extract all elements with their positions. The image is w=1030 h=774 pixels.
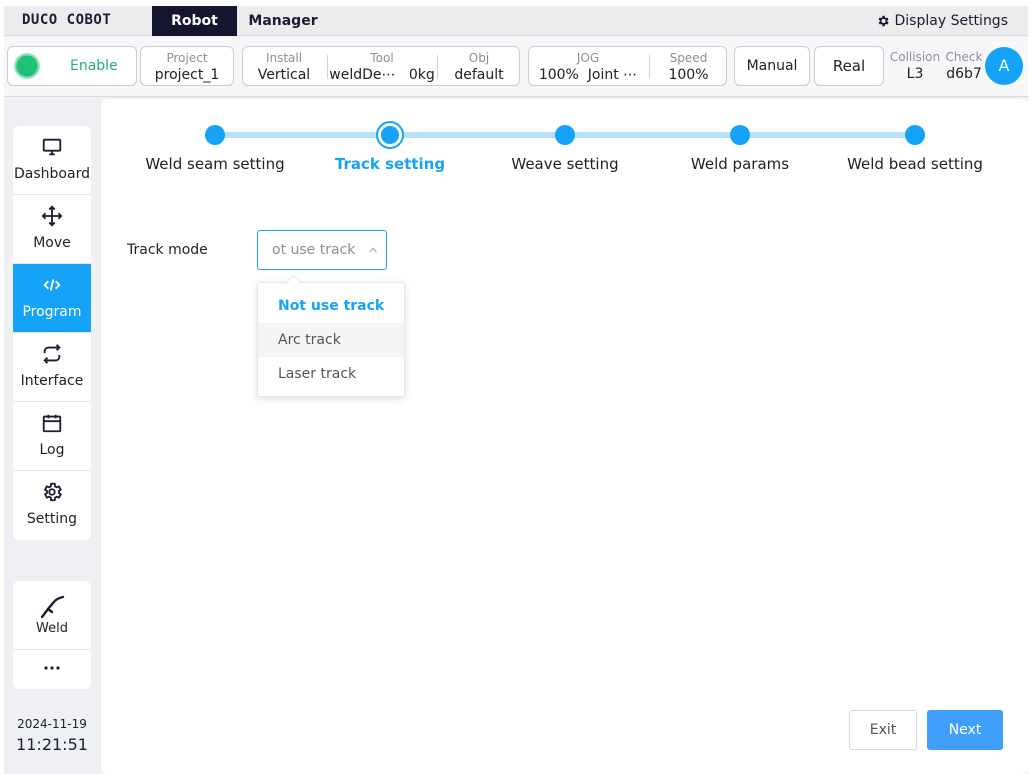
check-value: d6b7 [946,66,982,82]
sidebar-item-label: Program [22,304,82,320]
collision-status[interactable]: Collision L3 [888,46,942,86]
monitor-icon [42,138,62,156]
swap-arrows-icon [43,344,61,364]
sidebar-item-move[interactable]: Move [13,195,91,264]
step-dot-weld-bead[interactable] [905,125,925,145]
sidebar-item-log[interactable]: Log [13,402,91,471]
main-panel: Weld seam setting Track setting Weave se… [101,99,1028,774]
tool-load: 0kg [408,67,435,83]
sidebar-secondary: Weld [13,581,91,689]
sidebar-item-interface[interactable]: Interface [13,333,91,402]
sidebar-item-label: Dashboard [14,166,90,182]
sidebar-item-label: Weld [36,621,68,636]
tool-name: weldDe⋯ [329,67,396,83]
exit-button[interactable]: Exit [849,710,917,750]
track-mode-label: Track mode [127,242,208,258]
step-label-weave[interactable]: Weave setting [475,155,655,173]
more-dots-icon [44,666,60,670]
step-label-weld-bead[interactable]: Weld bead setting [825,155,1005,173]
step-dot-weld-seam[interactable] [205,125,225,145]
divider [649,55,650,79]
install-caption: Install [265,51,303,65]
sidebar-item-setting[interactable]: Setting [13,471,91,540]
project-value: project_1 [154,67,220,83]
jog-value: 100% Joint ⋯ [529,66,647,84]
calendar-icon [42,414,62,433]
project-selector[interactable]: Project project_1 [140,46,234,86]
sidebar-item-program[interactable]: Program [13,264,91,333]
display-settings-label: Display Settings [894,13,1008,29]
project-caption: Project [166,51,208,65]
gear-icon [878,15,889,27]
step-dot-track[interactable] [376,121,404,149]
next-button[interactable]: Next [927,710,1003,750]
sidebar-item-dashboard[interactable]: Dashboard [13,126,91,195]
app-window: DUCO COBOT Robot Manager Display Setting… [4,6,1028,774]
date-text: 2024-11-19 [17,717,87,731]
option-arc-track[interactable]: Arc track [258,323,404,357]
tool-value: weldDe⋯ 0kg [329,66,435,84]
manual-button[interactable]: Manual [734,46,810,86]
obj-caption: Obj [468,51,490,65]
step-label-track[interactable]: Track setting [300,155,480,173]
enable-label: Enable [70,58,118,74]
top-bar: DUCO COBOT Robot Manager Display Setting… [4,6,1028,36]
weld-torch-icon [40,595,65,619]
tool-caption: Tool [370,51,394,65]
divider [437,55,438,79]
jog-percent: 100% [538,67,579,83]
avatar[interactable]: A [985,47,1023,85]
track-mode-value: ot use track [272,242,356,258]
collision-value: L3 [906,66,924,82]
more-button[interactable] [13,650,91,689]
sidebar-item-label: Log [39,442,65,458]
step-dot-weld-params[interactable] [730,125,750,145]
collision-caption: Collision [889,50,941,64]
sidebar: Dashboard Move Program Interface Log Set… [13,126,91,540]
display-settings-button[interactable]: Display Settings [876,6,1008,36]
enable-button[interactable]: Enable [7,46,137,86]
time-text: 11:21:51 [16,735,88,754]
gear-icon [43,482,63,502]
speed-caption: Speed [669,51,708,65]
jog-mode: Joint ⋯ [587,67,638,83]
sidebar-item-weld[interactable]: Weld [13,581,91,650]
status-bar: Enable Project project_1 Install Vertica… [4,37,1028,97]
option-not-use-track[interactable]: Not use track [258,289,404,323]
sidebar-item-label: Move [33,235,71,251]
real-button[interactable]: Real [814,46,884,86]
sidebar-item-label: Setting [26,511,78,527]
step-dot-weave[interactable] [555,125,575,145]
code-icon [43,279,61,291]
tab-robot[interactable]: Robot [152,6,237,36]
check-status[interactable]: Check d6b7 [944,46,984,86]
jog-speed-box[interactable]: JOG 100% Joint ⋯ Speed 100% [528,46,727,86]
install-value: Vertical [257,67,311,83]
jog-caption: JOG [576,51,600,65]
check-caption: Check [945,50,983,64]
clock: 2024-11-19 11:21:51 [4,717,100,754]
obj-value: default [454,67,504,83]
step-label-weld-params[interactable]: Weld params [650,155,830,173]
sidebar-item-label: Interface [20,373,84,389]
speed-value: 100% [668,67,709,83]
tab-manager[interactable]: Manager [244,6,322,36]
step-label-weld-seam[interactable]: Weld seam setting [125,155,305,173]
chevron-up-icon [369,247,377,253]
track-mode-select[interactable]: ot use track [257,230,387,270]
divider [327,55,328,79]
enable-indicator-icon [14,53,40,79]
move-arrows-icon [41,205,63,227]
track-mode-dropdown: Not use track Arc track Laser track [257,282,405,397]
option-laser-track[interactable]: Laser track [258,357,404,391]
install-tool-obj-box[interactable]: Install Vertical Tool weldDe⋯ 0kg Obj de… [242,46,520,86]
logo: DUCO COBOT [22,12,112,28]
